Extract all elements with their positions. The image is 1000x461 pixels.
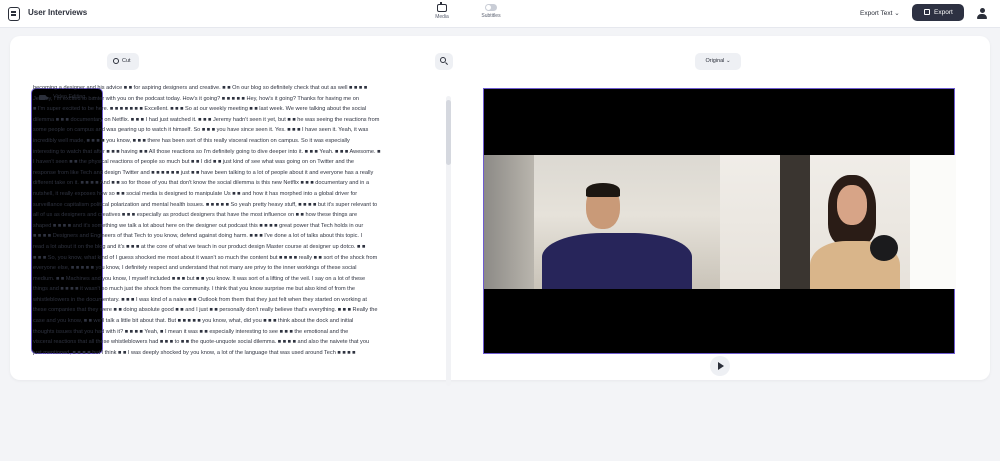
cut-button[interactable]: Cut <box>107 53 139 70</box>
transcript-line[interactable]: ■ ■ ■ ■ Designers and Engineers of that … <box>33 231 443 242</box>
transcript-line[interactable]: I haven't seen ■ ■ the physical reaction… <box>33 157 443 168</box>
transcript-line[interactable]: ■ ■ ■ So, you know, what kind of I guess… <box>33 253 443 264</box>
chevron-down-icon: ⌄ <box>725 58 731 64</box>
transcript-line[interactable]: becoming a designer and his advice ■ ■ f… <box>33 83 443 94</box>
scrollbar-thumb[interactable] <box>446 100 451 165</box>
user-account-icon[interactable] <box>977 8 987 19</box>
transcript-line[interactable]: just mentioned, ■ ■ ■ ■ but I think ■ ■ … <box>33 348 443 359</box>
video-frame-guest <box>720 155 956 289</box>
transcript-line[interactable]: medium. ■ ■ Machines and you know, I mys… <box>33 274 443 285</box>
export-text-label: Export Text <box>860 10 893 17</box>
search-button[interactable] <box>435 53 453 70</box>
transcript-line[interactable]: some people on campus and was gearing up… <box>33 125 443 136</box>
transcript-line[interactable]: surveillance capitalism political polari… <box>33 200 443 211</box>
transcript-line[interactable]: different take on it. ■ ■ ■ ■ And ■ ■ so… <box>33 178 443 189</box>
transcript-line[interactable]: ■ I'm super excited to be here. ■ ■ ■ ■ … <box>33 104 443 115</box>
transcript-line[interactable]: case and you know, ■ ■ we'll talk a litt… <box>33 316 443 327</box>
editor-card: Video Editing ⌄ Cut becoming a designer … <box>10 36 990 386</box>
subtitles-mode-label: Subtitles <box>481 13 501 19</box>
app-logo-icon[interactable] <box>8 7 20 21</box>
export-icon <box>924 9 930 15</box>
play-icon <box>718 362 724 370</box>
transcript-line[interactable]: interesting to watch that after ■ ■ ■ ha… <box>33 147 443 158</box>
transcript-line[interactable]: incredibly well made, ■ ■ ■ ■ you know, … <box>33 136 443 147</box>
transcript-line[interactable]: all of us as designers and creatives ■ ■… <box>33 210 443 221</box>
original-label: Original <box>705 58 725 64</box>
transcript-line[interactable]: dilemma ■ ■ ■ documentary on Netflix. ■ … <box>33 115 443 126</box>
subtitles-mode-button[interactable]: Subtitles <box>478 4 504 19</box>
transcript-line[interactable]: whistleblowers in the documentary. ■ ■ ■… <box>33 295 443 306</box>
export-button[interactable]: Export <box>912 4 964 21</box>
transcript-line[interactable]: shaped ■ ■ ■ ■ and it's something we tal… <box>33 221 443 232</box>
chevron-down-icon: ⌄ <box>894 10 900 17</box>
transcript-line[interactable]: visceral reactions that all these whistl… <box>33 337 443 348</box>
media-mode-label: Media <box>435 14 449 20</box>
top-bar: User Interviews Media Subtitles Export T… <box>0 0 1000 28</box>
video-frame-host <box>484 155 720 289</box>
play-button[interactable] <box>710 356 730 376</box>
transcript-scrollbar[interactable] <box>446 96 451 386</box>
transcript-line[interactable]: these companies that they were ■ ■ doing… <box>33 305 443 316</box>
transcript-line[interactable]: things and ■ ■ ■ ■ it wasn't so much jus… <box>33 284 443 295</box>
transcript-line[interactable]: Jeremy, I'm excited to banter with you o… <box>33 94 443 105</box>
export-button-label: Export <box>934 9 953 16</box>
transcript-line[interactable]: nutshell, it really exposes how so ■ ■ s… <box>33 189 443 200</box>
export-text-dropdown[interactable]: Export Text ⌄ <box>860 9 900 17</box>
transcript-text[interactable]: becoming a designer and his advice ■ ■ f… <box>33 83 443 388</box>
transcript-line[interactable]: thoughts issues that you had with it? ■ … <box>33 327 443 338</box>
cut-icon <box>113 58 119 64</box>
video-preview[interactable] <box>483 88 956 354</box>
transcript-line[interactable]: read a lot about it on the blog and it's… <box>33 242 443 253</box>
media-icon <box>437 2 447 12</box>
media-mode-button[interactable]: Media <box>431 2 453 20</box>
toggle-icon <box>485 4 497 11</box>
project-title[interactable]: User Interviews <box>28 8 87 17</box>
aspect-ratio-dropdown[interactable]: Original ⌄ <box>695 53 741 70</box>
transcript-line[interactable]: everyone else, ■ ■ ■ ■ ■ you know, I def… <box>33 263 443 274</box>
transcript-line[interactable]: response from like Tech and design Twitt… <box>33 168 443 179</box>
cut-label: Cut <box>122 58 131 64</box>
